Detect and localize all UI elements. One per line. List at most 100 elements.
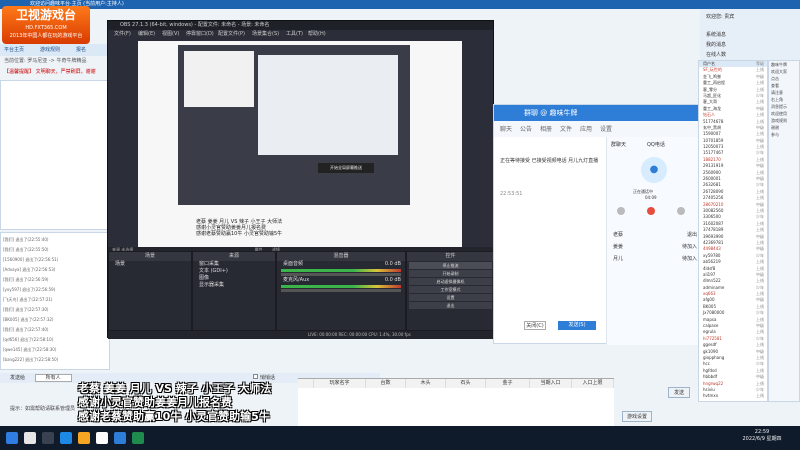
- audio-meter: [281, 269, 401, 272]
- mute-icon[interactable]: [617, 207, 625, 215]
- menu-tools[interactable]: 工具(T): [286, 30, 303, 38]
- member-name: 4498443: [703, 246, 721, 252]
- search-icon[interactable]: [24, 432, 36, 444]
- speaker-icon[interactable]: [677, 207, 685, 215]
- sheet-header[interactable]: 当期入口: [530, 379, 572, 388]
- member-name: 马超_匠化: [703, 92, 721, 98]
- send-label: 发送给: [10, 375, 26, 381]
- sources-dock: 来源 窗口采集 文本 (GDI+) 图像 显示器采集: [192, 251, 276, 331]
- start-icon[interactable]: [6, 432, 18, 444]
- sheet-header[interactable]: 石头: [446, 379, 486, 388]
- member-name: 26728090: [703, 188, 724, 194]
- excel-icon[interactable]: [132, 432, 144, 444]
- send-target-select[interactable]: 所有人: [34, 374, 72, 382]
- breadcrumb: 当前位置: 罗马尼亚 -> 牛奇牛牌精品: [4, 58, 87, 64]
- obs-window[interactable]: OBS 27.1.3 (64-bit, windows) - 配置文件: 未命名…: [107, 20, 495, 339]
- logo-title: 卫视游戏台: [15, 8, 76, 22]
- member-name: hsiviu: [703, 386, 715, 392]
- obs-menubar: 文件(F) 编辑(E) 视图(V) 停靠窗口(D) 配置文件(P) 场景集合(S…: [108, 30, 493, 38]
- tab-chat[interactable]: 聊天: [500, 124, 512, 133]
- browser-icon[interactable]: [60, 432, 72, 444]
- logo-url: HD.FXT365.COM: [25, 25, 67, 31]
- obs-preview[interactable]: 开始全局屏幕推送 老蔡 姜姜 月儿 VS 辣子 小王子 大师法 感谢小灵官赞助姜…: [138, 41, 462, 247]
- obs-icon[interactable]: [96, 432, 108, 444]
- chat-send-button[interactable]: 发送: [668, 387, 690, 398]
- menu-file[interactable]: 文件(F): [114, 30, 131, 38]
- system-clock[interactable]: 22:59 2022/6/9 星期四: [732, 429, 792, 443]
- member-name: 钻石人: [703, 112, 715, 118]
- site-logo[interactable]: 卫视游戏台 HD.FXT365.COM 2013年中国人都在玩的游戏平台: [2, 6, 90, 44]
- log-line: [qd656] 退出了(22:58:10): [3, 337, 54, 342]
- nav-rules[interactable]: 游戏规则: [40, 46, 60, 54]
- tab-notice[interactable]: 公告: [520, 124, 532, 133]
- log-line: [我们] 退出了(22:55:40): [3, 237, 49, 242]
- tab-files[interactable]: 文件: [560, 124, 572, 133]
- log-line: [yxy597] 退出了(22:56:59): [3, 287, 56, 292]
- settings-button[interactable]: 设置: [409, 294, 492, 301]
- log-line: [我们] 退出了(22:57:40): [3, 327, 49, 332]
- nav-my-msg[interactable]: 我的消息: [706, 41, 726, 48]
- nav-home[interactable]: 平台主页: [4, 46, 24, 54]
- clock-date: 2022/6/9 星期四: [742, 436, 782, 442]
- source-item[interactable]: 文本 (GDI+): [193, 268, 275, 275]
- folder-icon[interactable]: [78, 432, 90, 444]
- source-item[interactable]: 显示器采集: [193, 282, 275, 289]
- app-titlebar: 欢迎访问趣味平台·主页 (当前用户:主持人): [0, 0, 800, 9]
- member-name: afg00: [703, 297, 715, 303]
- member-name: BK005: [703, 303, 717, 309]
- close-button[interactable]: 关闭(C): [524, 321, 546, 330]
- welcome-text: 欢迎您: 贵宾: [706, 14, 735, 20]
- tab-settings[interactable]: 设置: [600, 124, 612, 133]
- nav-online-count[interactable]: 在线人数: [706, 51, 726, 58]
- nested-obs-thumb: [258, 55, 398, 155]
- member-name: dlmn522: [703, 278, 721, 284]
- menu-scene-collection[interactable]: 场景集合(S): [252, 30, 279, 38]
- member-name: ggesdf: [703, 342, 717, 348]
- tab-album[interactable]: 相册: [540, 124, 552, 133]
- menu-view[interactable]: 视图(V): [162, 30, 179, 38]
- hangup-icon[interactable]: [647, 207, 655, 215]
- menu-edit[interactable]: 编辑(E): [138, 30, 155, 38]
- volume-slider[interactable]: [281, 273, 401, 276]
- controls-dock: 控件 停止推流 开始录制 启动虚拟摄像机 工作室模式 设置 退出: [406, 251, 495, 331]
- game-settings-button[interactable]: 游戏设置: [622, 411, 652, 422]
- stop-streaming-button[interactable]: 停止推流: [409, 262, 492, 269]
- exit-button[interactable]: 退出: [409, 302, 492, 309]
- nav-signup[interactable]: 报名: [76, 46, 86, 54]
- menu-help[interactable]: 帮助(H): [308, 30, 326, 38]
- call-duration: 04:09: [645, 195, 657, 200]
- source-item[interactable]: 窗口采集: [193, 261, 275, 268]
- member-name: adminame: [703, 284, 725, 290]
- qq-icon[interactable]: [114, 432, 126, 444]
- task-view-icon[interactable]: [42, 432, 54, 444]
- stream-overlay: 老蔡 姜姜 月儿 VS 辣子 小王子 大师法 感谢小灵官赞助姜姜月儿报名费 感谢…: [78, 382, 318, 424]
- volume-slider[interactable]: [281, 289, 401, 292]
- scenes-dock: 场景 场景: [108, 251, 192, 331]
- source-item[interactable]: 图像: [193, 275, 275, 282]
- virtual-camera-button[interactable]: 启动虚拟摄像机: [409, 278, 492, 285]
- sheet-header[interactable]: 台数: [366, 379, 406, 388]
- log-line: [我们] 退出了(22:55:50): [3, 247, 49, 252]
- member-row[interactable]: hvtmxx 上线: [699, 393, 767, 399]
- send-button[interactable]: 发送(S): [558, 321, 596, 330]
- tab-apps[interactable]: 应用: [580, 124, 592, 133]
- sheet-header[interactable]: 玩家名字: [314, 379, 366, 388]
- menu-profile[interactable]: 配置文件(P): [218, 30, 245, 38]
- start-recording-button[interactable]: 开始录制: [409, 270, 492, 277]
- chat-window[interactable]: 群聊 @ 趣味牛牌 聊天 公告 相册 文件 应用 设置 正在等待接受 已接受视频…: [493, 104, 699, 345]
- studio-mode-button[interactable]: 工作室模式: [409, 286, 492, 293]
- nav-system-msg[interactable]: 系统消息: [706, 31, 726, 38]
- scene-item[interactable]: 场景: [109, 261, 191, 268]
- announcement-line: 请注意: [771, 90, 783, 95]
- member-name: hngrwq22: [703, 380, 724, 386]
- sheet-header[interactable]: 入口上限: [572, 379, 614, 388]
- whisper-checkbox[interactable]: [253, 374, 259, 379]
- top-nav: 平台主页 游戏规则 报名: [0, 44, 108, 56]
- overlay-line: 老蔡 姜姜 月儿 VS 辣子 小王子 大师法: [78, 382, 272, 395]
- menu-docks[interactable]: 停靠窗口(D): [186, 30, 214, 38]
- nested-app-thumb: [184, 51, 254, 107]
- caption-line: 感谢老蔡赞助赢10牛 小灵官赞助输5牛: [196, 231, 283, 237]
- member-name: 28670210: [703, 201, 724, 207]
- sheet-header[interactable]: 木头: [406, 379, 446, 388]
- sheet-header[interactable]: 金子: [486, 379, 530, 388]
